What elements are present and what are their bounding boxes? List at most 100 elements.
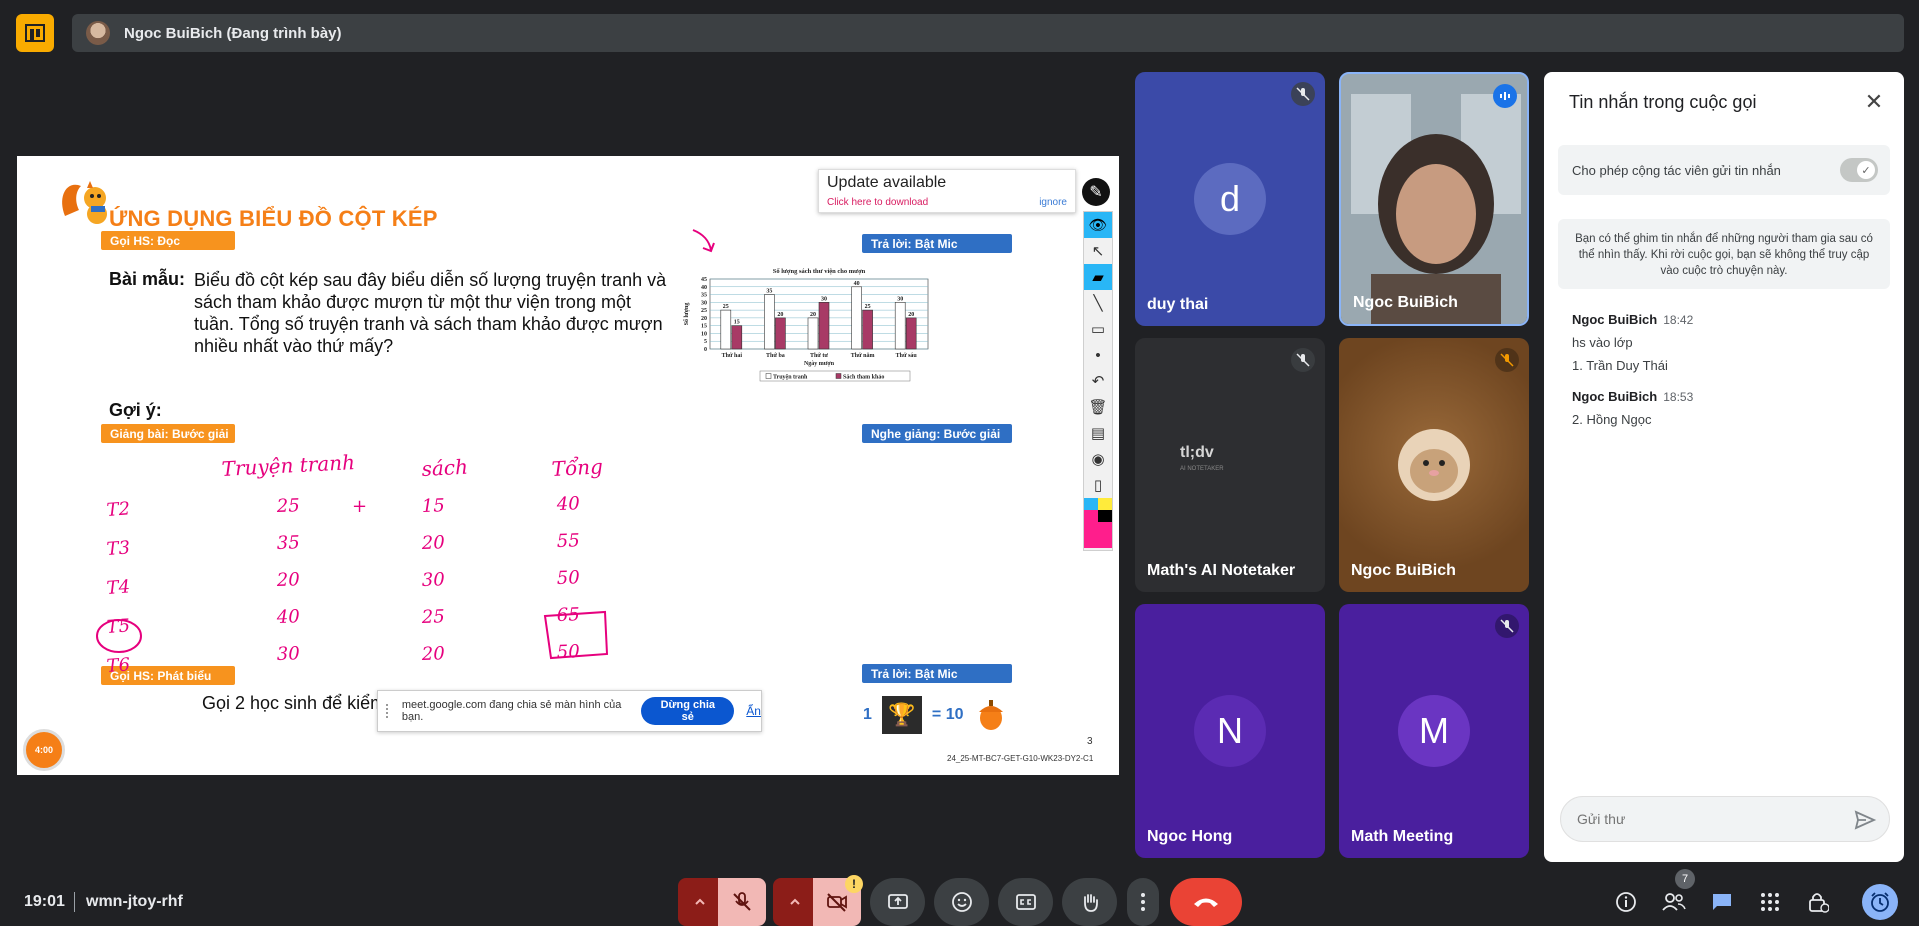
reward-right: = 10 <box>931 706 964 723</box>
meeting-code[interactable]: wmn-jtoy-rhf <box>86 893 183 911</box>
whiteboard-icon[interactable]: ▤ <box>1084 420 1112 446</box>
mic-off-icon <box>1291 82 1315 106</box>
participant-tile-math-meeting[interactable]: M Math Meeting <box>1339 604 1529 858</box>
handwritten-notes: Truyện tranh sách Tổng T2 25 +15 40 T3 35 20 55 T4 2… <box>96 450 609 677</box>
participant-tile-ai-notetaker[interactable]: tl;dv AI NOTETAKER Math's AI Notetaker <box>1135 338 1325 592</box>
chart-legend-label: Truyện tranh <box>773 375 808 381</box>
highlighter-icon[interactable]: ▰ <box>1084 264 1112 290</box>
color-swatches[interactable] <box>1084 498 1112 548</box>
meet-logo-icon[interactable] <box>16 14 54 52</box>
pen-tool-icon[interactable]: ╲ <box>1084 290 1112 316</box>
annotation-toolbar: 👁 ↖ ▰ ╲ ▭ • ↶ 🗑 ▤ ◉ ▯ <box>1083 211 1113 551</box>
handwriting-day: T2 <box>106 498 131 521</box>
participant-name: Ngoc Hong <box>1147 828 1233 845</box>
presenter-name: Ngoc BuiBich (Đang trình bày) <box>124 24 342 42</box>
handwriting-header: Truyện tranh <box>221 450 356 481</box>
double-bar-chart: 0510152025303540452515Thứ hai3520Thứ ba2… <box>683 268 929 382</box>
handwriting-value: 30 <box>421 569 445 591</box>
participant-tile-duy-thai[interactable]: d duy thai <box>1135 72 1325 326</box>
chat-message: Ngoc BuiBich 18:42 hs vào lớp 1. Trần Duy… <box>1572 312 1882 373</box>
participant-tile-ngoc-hong[interactable]: N Ngoc Hong <box>1135 604 1325 858</box>
chart-legend-swatch <box>765 373 772 379</box>
handwriting-sum: 50 <box>556 567 580 589</box>
bottom-text: Gọi 2 học sinh để kiểm <box>202 693 386 713</box>
people-icon[interactable] <box>1660 888 1688 916</box>
update-notification[interactable]: Update available Click here to download … <box>818 169 1076 213</box>
raise-hand-button[interactable] <box>1062 878 1117 926</box>
message-time: 18:42 <box>1663 313 1694 327</box>
camera-capture-icon[interactable]: ◉ <box>1084 446 1112 472</box>
reward-left: 1 <box>863 706 872 723</box>
tag-goi-hs-doc: Gọi HS: Đọc <box>101 231 235 250</box>
participant-name: Math's AI Notetaker <box>1147 562 1296 579</box>
timer-badge[interactable]: 4:00 <box>23 729 65 771</box>
audio-options-chevron-up-icon[interactable] <box>678 878 722 926</box>
activities-grid-icon[interactable] <box>1756 888 1784 916</box>
hide-share-bar-button[interactable]: Ẩn <box>746 704 761 718</box>
participant-name: Ngoc BuiBich <box>1351 562 1456 579</box>
handwriting-day: T3 <box>106 537 131 560</box>
screen-share-bar: meet.google.com đang chia sẻ màn hình củ… <box>377 690 762 732</box>
chart-data-label: 35 <box>766 289 772 295</box>
acorn-icon <box>978 700 1003 730</box>
chart-x-label: Ngày mượn <box>804 361 835 367</box>
participant-tile-ngoc-buibich-video[interactable]: Ngoc BuiBich <box>1339 72 1529 326</box>
tag-tra-loi-1: Trả lời: Bật Mic <box>862 234 1012 253</box>
chat-title: Tin nhắn trong cuộc gọi <box>1569 92 1757 112</box>
chat-icon[interactable] <box>1708 888 1736 916</box>
drag-handle-icon[interactable] <box>386 704 390 718</box>
annotation-pen-icon[interactable]: ✎ <box>1082 178 1110 206</box>
handwriting-value: 20 <box>420 643 445 665</box>
chat-permission-toggle[interactable]: ✓ <box>1840 158 1878 182</box>
chat-messages: Ngoc BuiBich 18:42 hs vào lớp 1. Trần Duy… <box>1572 312 1882 443</box>
message-text: 1. Trần Duy Thái <box>1572 358 1668 373</box>
send-icon[interactable] <box>1853 808 1877 832</box>
tag-tra-loi-2: Trả lời: Bật Mic <box>862 664 1012 683</box>
more-options-icon[interactable] <box>1127 878 1159 926</box>
chart-data-label: 15 <box>734 320 740 326</box>
trash-icon[interactable]: 🗑 <box>1084 394 1112 420</box>
clipboard-icon[interactable]: ▯ <box>1084 472 1112 498</box>
present-screen-button[interactable] <box>870 878 925 926</box>
dot-size-icon[interactable]: • <box>1084 342 1112 368</box>
eraser-icon[interactable]: ▭ <box>1084 316 1112 342</box>
chart-x-tick-label: Thứ sáu <box>896 353 918 359</box>
pointer-icon[interactable]: ↖ <box>1084 238 1112 264</box>
stop-sharing-button[interactable]: Dừng chia sẻ <box>641 697 735 725</box>
handwriting-value: 20 <box>420 532 445 554</box>
camera-warning-badge: ! <box>845 875 863 893</box>
close-icon[interactable]: ✕ <box>1862 89 1886 114</box>
meeting-info-icon[interactable] <box>1612 888 1640 916</box>
video-options-chevron-up-icon[interactable] <box>773 878 817 926</box>
mic-off-icon <box>1495 614 1519 638</box>
timer-alarm-icon[interactable] <box>1862 884 1898 920</box>
update-download-link[interactable]: Click here to download <box>827 197 928 208</box>
chart-y-tick-label: 5 <box>704 339 707 345</box>
chat-message-input[interactable] <box>1577 809 1847 829</box>
chart-y-tick-label: 25 <box>701 308 707 314</box>
tag-nghe-giang: Nghe giảng: Bước giải <box>862 424 1012 443</box>
chart-y-tick-label: 40 <box>701 285 707 291</box>
pen-arrow-annotation <box>692 229 715 253</box>
eye-icon[interactable]: 👁 <box>1084 212 1112 238</box>
handwriting-value: 30 <box>276 643 300 665</box>
undo-icon[interactable]: ↶ <box>1084 368 1112 394</box>
chart-y-tick-label: 30 <box>701 300 707 306</box>
participant-tile-ngoc-buibich-avatar[interactable]: Ngoc BuiBich <box>1339 338 1529 592</box>
emoji-reaction-button[interactable] <box>934 878 989 926</box>
captions-button[interactable] <box>998 878 1053 926</box>
chart-y-tick-label: 45 <box>701 277 707 283</box>
chart-data-label: 40 <box>854 281 860 287</box>
meet-window: Ngoc BuiBich (Đang trình bày) ỨNG DỤNG B… <box>0 0 1919 926</box>
presenter-bar[interactable]: Ngoc BuiBich (Đang trình bày) <box>72 14 1904 52</box>
chart-x-tick-label: Thứ tư <box>810 353 828 359</box>
leave-call-button[interactable] <box>1170 878 1242 926</box>
chart-bar <box>862 309 873 350</box>
host-controls-lock-icon[interactable] <box>1804 888 1832 916</box>
presentation-slide: ỨNG DỤNG BIỂU ĐỒ CỘT KÉP Gọi HS: Đọc Bài… <box>17 156 1119 775</box>
microphone-off-button[interactable] <box>718 878 766 926</box>
chart-y-tick-label: 0 <box>704 347 707 353</box>
message-text: hs vào lớp <box>1572 335 1633 350</box>
update-ignore-link[interactable]: ignore <box>1039 197 1067 208</box>
chart-bar <box>818 302 830 350</box>
